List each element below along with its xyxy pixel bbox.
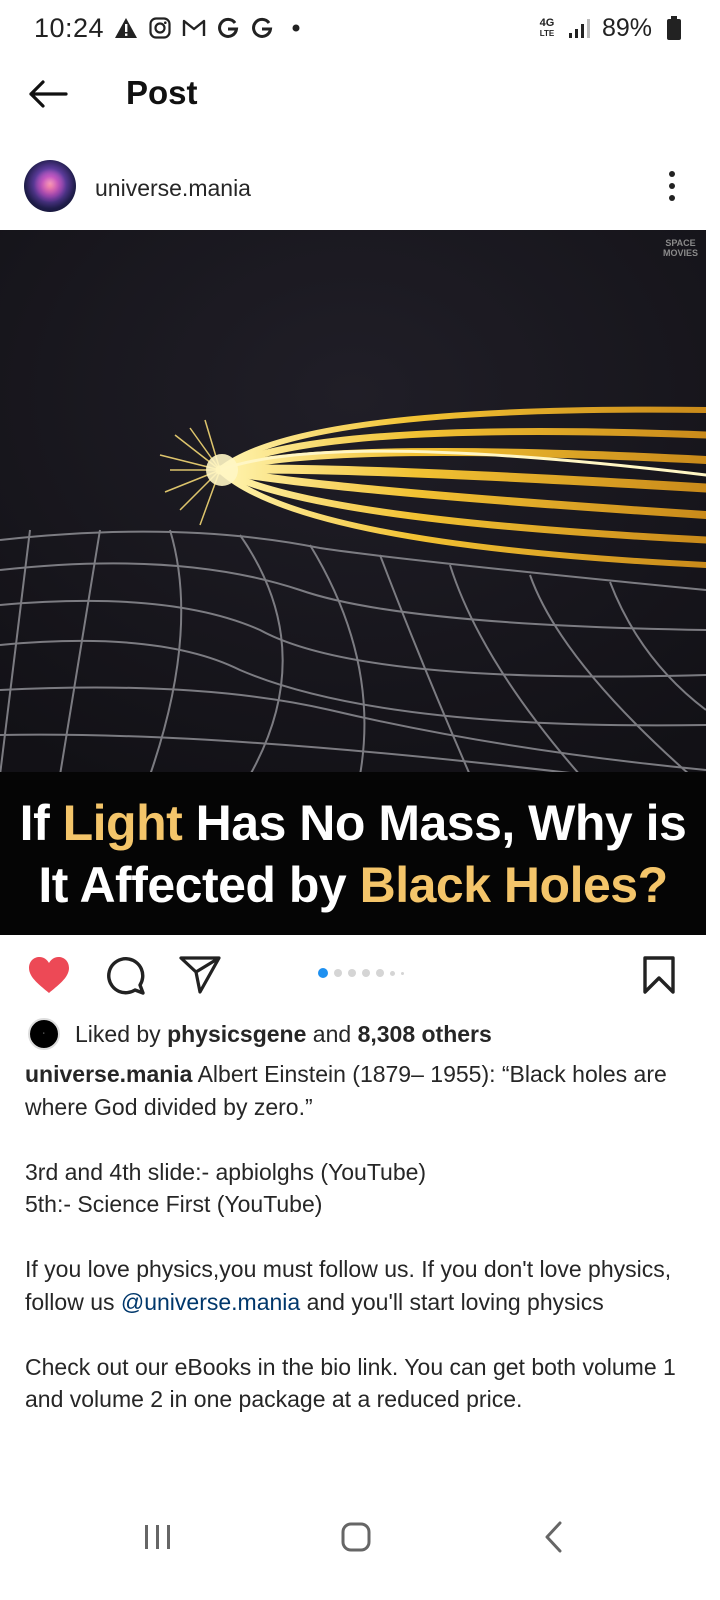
heart-filled-icon — [29, 957, 69, 993]
post-actions — [0, 948, 720, 1004]
send-icon — [179, 956, 221, 994]
more-dot — [669, 195, 675, 201]
post-username[interactable]: universe.mania — [95, 175, 251, 202]
like-button[interactable] — [26, 952, 72, 998]
carousel-dot — [376, 969, 384, 977]
media-headline-line2: It Affected by Black Holes? — [38, 854, 669, 916]
likes-summary[interactable]: · Liked by physicsgene and 8,308 others — [28, 1018, 492, 1050]
carousel-dot — [390, 970, 395, 976]
caption-mention[interactable]: @universe.mania — [121, 1289, 300, 1315]
more-dot — [669, 183, 675, 189]
chevron-left-icon — [545, 1521, 562, 1553]
dot-icon — [284, 16, 308, 40]
caption-paragraph: Check out our eBooks in the bio link. Yo… — [25, 1351, 685, 1416]
liker-avatar: · — [28, 1018, 60, 1050]
likes-middle: and — [306, 1020, 358, 1047]
headline-highlight: Light — [62, 794, 183, 851]
comment-icon — [107, 957, 145, 995]
home-icon — [341, 1522, 371, 1552]
carousel-dot — [362, 969, 370, 977]
caption-username[interactable]: universe.mania — [25, 1061, 192, 1087]
caption-paragraph: If you love physics,you must follow us. … — [25, 1253, 685, 1318]
carousel-dot — [334, 969, 342, 977]
home-button[interactable] — [326, 1512, 386, 1562]
media-headline-line1: If Light Has No Mass, Why is — [20, 792, 687, 854]
carousel-dot-active — [318, 968, 328, 978]
likes-others[interactable]: 8,308 others — [358, 1021, 492, 1048]
system-back-button[interactable] — [524, 1512, 584, 1562]
caption-paragraph: 3rd and 4th slide:- apbiolghs (YouTube) 5… — [25, 1156, 685, 1221]
likes-prefix: Liked by — [75, 1020, 161, 1047]
post-caption: universe.mania Albert Einstein (1879– 19… — [25, 1058, 685, 1448]
comment-button[interactable] — [102, 952, 148, 998]
caption-credit: 3rd and 4th slide:- apbiolghs (YouTube) — [25, 1158, 427, 1185]
gmail-icon — [182, 16, 206, 40]
liker-username[interactable]: physicsgene — [167, 1021, 306, 1048]
save-button[interactable] — [636, 952, 682, 998]
post-header: universe.mania — [0, 158, 720, 214]
carousel-dot — [401, 971, 404, 975]
caption-text: Check out our eBooks in the bio link. Yo… — [25, 1353, 676, 1413]
more-options-button[interactable] — [660, 166, 684, 206]
arrow-left-icon — [29, 80, 68, 108]
status-time: 10:24 — [34, 12, 105, 43]
headline-text: Has No Mass, Why is — [182, 794, 687, 851]
network-type-bottom: LTE — [539, 28, 555, 38]
avatar[interactable] — [24, 160, 76, 212]
post-media[interactable]: SPACE MOVIES If Light Has No Mass, Why i… — [0, 230, 706, 935]
headline-text: It Affected by — [38, 856, 360, 913]
google-icon — [216, 16, 240, 40]
media-watermark: SPACE MOVIES — [663, 238, 698, 258]
caption-paragraph: universe.mania Albert Einstein (1879– 19… — [25, 1058, 685, 1123]
share-button[interactable] — [177, 952, 223, 998]
warning-icon — [114, 16, 138, 40]
back-button[interactable] — [26, 74, 70, 114]
carousel-dot — [348, 969, 356, 977]
carousel-indicator — [318, 968, 404, 978]
battery-percent: 89% — [601, 13, 652, 42]
google-icon — [250, 16, 274, 40]
more-dot — [669, 171, 675, 177]
page-title: Post — [126, 74, 198, 111]
headline-highlight: Black Holes? — [359, 856, 669, 913]
status-bar: 10:24 4G LTE 89% — [0, 0, 720, 56]
network-type-top: 4G — [539, 16, 555, 29]
system-nav-bar — [0, 1490, 720, 1600]
signal-icon — [568, 16, 592, 40]
recent-apps-button[interactable] — [128, 1512, 188, 1562]
caption-credit: 5th:- Science First (YouTube) — [25, 1191, 323, 1217]
network-type: 4G LTE — [536, 16, 558, 39]
headline-text: If — [19, 794, 63, 851]
liker-avatar-logo: · — [43, 1031, 45, 1037]
battery-icon — [662, 16, 686, 40]
watermark-line2: MOVIES — [662, 248, 698, 258]
watermark-line1: SPACE — [665, 238, 696, 248]
bookmark-icon — [643, 956, 675, 994]
recent-apps-icon — [145, 1525, 170, 1549]
media-image — [0, 230, 706, 775]
caption-text: and you'll start loving physics — [300, 1288, 604, 1315]
app-header: Post — [0, 56, 720, 132]
media-headline-band: If Light Has No Mass, Why is It Affected… — [0, 772, 706, 935]
instagram-icon — [148, 16, 172, 40]
